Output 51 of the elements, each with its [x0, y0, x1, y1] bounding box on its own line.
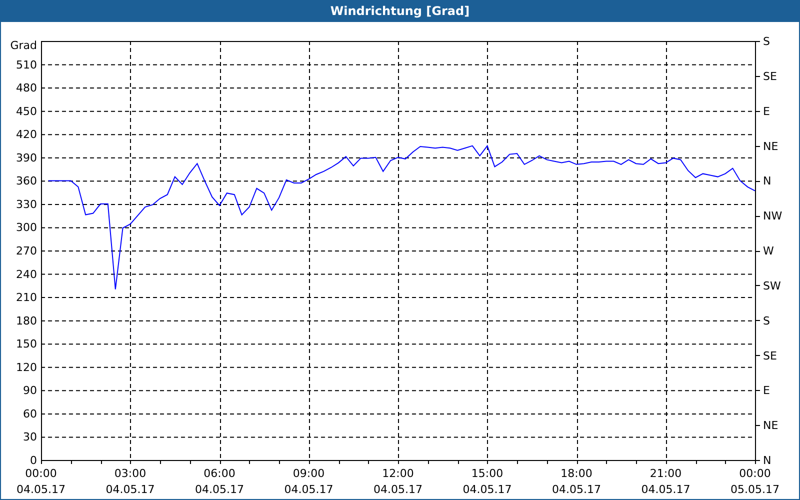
y-tick-label: 420 [16, 128, 37, 142]
y-tick-label: 180 [16, 314, 37, 328]
x-tick-label: 09:00 [292, 467, 325, 480]
x-tick-date: 04.05.17 [284, 483, 334, 496]
y-tick-label: 120 [16, 360, 37, 374]
x-tick-date: 04.05.17 [374, 483, 422, 496]
y-tick-label: 480 [16, 82, 37, 95]
y-tick-label: 0 [30, 454, 37, 467]
y-tick-label: 90 [23, 384, 37, 398]
y-tick-label: 390 [16, 151, 37, 164]
x-tick-date: 04.05.17 [195, 483, 244, 496]
compass-direction-label: SE [763, 70, 777, 83]
y-axis-title: Grad [10, 39, 37, 52]
window-title: Windrichtung [Grad] [330, 4, 470, 18]
x-tick-label: 15:00 [471, 467, 504, 480]
y-tick-label: 450 [16, 104, 37, 118]
compass-direction-label: SE [763, 349, 777, 362]
compass-direction-label: S [763, 314, 770, 328]
y-tick-label: 210 [16, 291, 37, 304]
compass-direction-label: W [763, 244, 774, 258]
compass-direction-label: E [763, 384, 770, 398]
x-tick-date: 04.05.17 [552, 483, 601, 496]
x-tick-date: 04.05.17 [16, 483, 66, 496]
y-tick-label: 270 [16, 244, 37, 258]
compass-direction-label: N [763, 454, 772, 467]
x-tick-label: 12:00 [382, 467, 414, 480]
x-tick-date: 04.05.17 [106, 483, 155, 496]
x-tick-date: 04.05.17 [641, 483, 690, 496]
x-tick-label: 21:00 [650, 467, 682, 480]
y-tick-label: 300 [16, 221, 37, 234]
y-tick-label: 510 [16, 58, 37, 72]
y-tick-label: 240 [16, 268, 37, 281]
compass-direction-label: E [763, 104, 770, 118]
compass-direction-label: N [763, 174, 772, 188]
x-tick-label: 03:00 [114, 467, 146, 480]
compass-direction-label: S [763, 35, 770, 48]
x-tick-label: 00:00 [739, 467, 771, 480]
compass-direction-label: NE [763, 419, 778, 432]
y-tick-label: 330 [16, 198, 37, 211]
x-tick-label: 18:00 [560, 467, 592, 480]
x-tick-date: 04.05.17 [462, 483, 512, 496]
y-tick-label: 360 [16, 174, 37, 188]
x-tick-label: 00:00 [25, 467, 57, 480]
y-tick-label: 150 [16, 338, 37, 351]
x-tick-date: 05.05.17 [730, 483, 780, 496]
x-tick-label: 06:00 [204, 467, 236, 480]
compass-direction-label: SW [763, 279, 781, 292]
compass-direction-label: NW [763, 210, 782, 223]
y-tick-label: 30 [23, 430, 37, 444]
y-tick-label: 60 [23, 407, 37, 420]
compass-direction-label: NE [763, 140, 778, 153]
